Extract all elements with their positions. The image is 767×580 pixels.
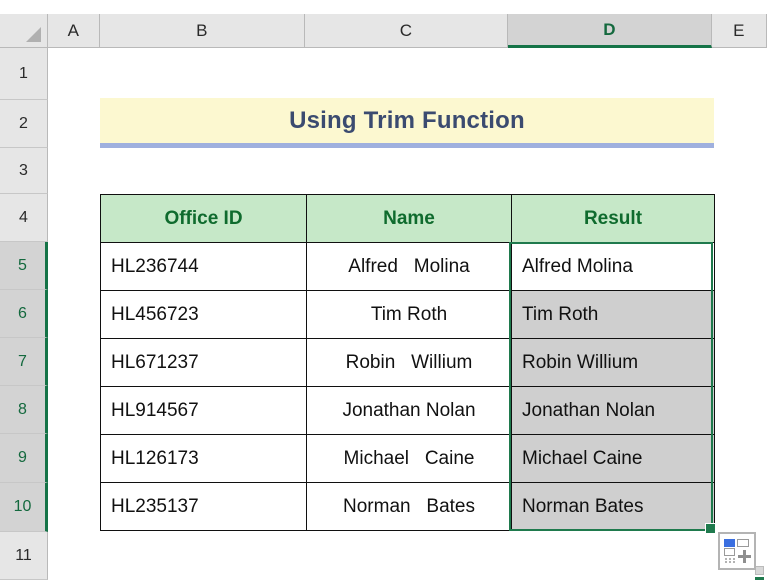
cell-office-id[interactable]: HL671237 bbox=[100, 338, 307, 387]
cell-office-id[interactable]: HL914567 bbox=[100, 386, 307, 435]
cell-office-id[interactable]: HL126173 bbox=[100, 434, 307, 483]
cell-office-id[interactable]: HL456723 bbox=[100, 290, 307, 339]
cell-canvas: Using Trim Function Office ID Name Resul… bbox=[49, 48, 767, 580]
data-table: Office ID Name Result HL236744 Alfred Mo… bbox=[100, 194, 715, 531]
spreadsheet-grid: A B C D E 1 2 3 4 5 6 7 8 9 10 11 Using … bbox=[0, 0, 767, 580]
column-header-office-id[interactable]: Office ID bbox=[100, 194, 307, 243]
column-header-a[interactable]: A bbox=[48, 14, 100, 48]
table-row: HL914567 Jonathan Nolan Jonathan Nolan bbox=[100, 386, 715, 435]
fill-handle[interactable] bbox=[705, 523, 716, 534]
row-header-10[interactable]: 10 bbox=[0, 483, 48, 532]
column-header-result[interactable]: Result bbox=[511, 194, 715, 243]
row-header-7[interactable]: 7 bbox=[0, 338, 48, 386]
qa-blue-block bbox=[724, 539, 735, 547]
column-header-c[interactable]: C bbox=[305, 14, 508, 48]
row-header-3[interactable]: 3 bbox=[0, 148, 48, 194]
plus-icon bbox=[738, 550, 751, 563]
row-header-5[interactable]: 5 bbox=[0, 242, 48, 290]
page-title: Using Trim Function bbox=[289, 106, 525, 134]
table-row: HL671237 Robin Willium Robin Willium bbox=[100, 338, 715, 387]
column-header-d[interactable]: D bbox=[508, 14, 712, 48]
quick-analysis-icon bbox=[724, 539, 751, 563]
row-header-9[interactable]: 9 bbox=[0, 434, 48, 483]
title-banner-cell[interactable]: Using Trim Function bbox=[100, 98, 714, 148]
column-header-name[interactable]: Name bbox=[306, 194, 512, 243]
cell-name[interactable]: Alfred Molina bbox=[306, 242, 512, 291]
cell-result[interactable]: Norman Bates bbox=[511, 482, 715, 531]
column-header-e[interactable]: E bbox=[712, 14, 767, 48]
row-header-8[interactable]: 8 bbox=[0, 386, 48, 434]
row-header-2[interactable]: 2 bbox=[0, 100, 48, 148]
table-row: HL235137 Norman Bates Norman Bates bbox=[100, 482, 715, 531]
cell-name[interactable]: Jonathan Nolan bbox=[306, 386, 512, 435]
cell-result[interactable]: Tim Roth bbox=[511, 290, 715, 339]
cell-office-id[interactable]: HL236744 bbox=[100, 242, 307, 291]
clipboard-mark-1 bbox=[755, 566, 764, 575]
select-all-triangle-icon bbox=[26, 27, 41, 42]
column-header-b[interactable]: B bbox=[100, 14, 305, 48]
table-row: HL126173 Michael Caine Michael Caine bbox=[100, 434, 715, 483]
table-header-row: Office ID Name Result bbox=[100, 194, 715, 243]
cell-name[interactable]: Norman Bates bbox=[306, 482, 512, 531]
cell-result[interactable]: Alfred Molina bbox=[511, 242, 715, 291]
cell-result[interactable]: Robin Willium bbox=[511, 338, 715, 387]
row-header-4[interactable]: 4 bbox=[0, 194, 48, 242]
select-all-corner[interactable] bbox=[0, 14, 48, 48]
row-header-11[interactable]: 11 bbox=[0, 532, 48, 580]
row-header-1[interactable]: 1 bbox=[0, 48, 48, 100]
cell-name[interactable]: Michael Caine bbox=[306, 434, 512, 483]
qa-dots bbox=[724, 558, 736, 563]
clipboard-marks-icon bbox=[755, 566, 767, 580]
qa-block-1 bbox=[737, 539, 749, 547]
table-row: HL456723 Tim Roth Tim Roth bbox=[100, 290, 715, 339]
row-header-6[interactable]: 6 bbox=[0, 290, 48, 338]
cell-name[interactable]: Tim Roth bbox=[306, 290, 512, 339]
cell-result[interactable]: Michael Caine bbox=[511, 434, 715, 483]
cell-result[interactable]: Jonathan Nolan bbox=[511, 386, 715, 435]
cell-office-id[interactable]: HL235137 bbox=[100, 482, 307, 531]
quick-analysis-button[interactable] bbox=[718, 532, 756, 570]
table-row: HL236744 Alfred Molina Alfred Molina bbox=[100, 242, 715, 291]
qa-block-2 bbox=[724, 548, 735, 556]
cell-name[interactable]: Robin Willium bbox=[306, 338, 512, 387]
